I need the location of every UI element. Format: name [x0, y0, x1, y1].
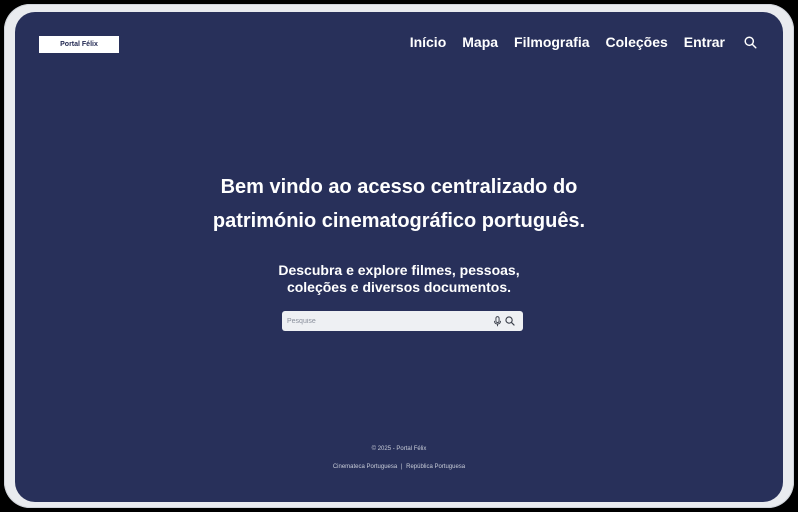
main-nav: Início Mapa Filmografia Coleções Entrar: [410, 34, 757, 50]
hero-subtitle-line-2: coleções e diversos documentos.: [286, 279, 512, 295]
hero-title: Bem vindo ao acesso centralizado do patr…: [15, 170, 783, 238]
nav-search-icon[interactable]: [743, 35, 757, 49]
hero-title-line-1: Bem vindo ao acesso centralizado do: [220, 176, 578, 198]
site-logo[interactable]: Portal Félix: [39, 36, 119, 53]
footer-copyright: © 2025 - Portal Félix: [371, 446, 427, 452]
hero-title-line-2: património cinematográfico português.: [212, 210, 586, 232]
hero-subtitle: Descubra e explore filmes, pessoas, cole…: [15, 262, 783, 296]
device-frame: Portal Félix Início Mapa Filmografia Col…: [4, 4, 794, 508]
nav-link-inicio[interactable]: Início: [410, 34, 447, 50]
nav-link-colecoes[interactable]: Coleções: [606, 34, 668, 50]
footer-separator: |: [400, 464, 403, 470]
microphone-icon[interactable]: [492, 315, 502, 326]
search-input[interactable]: [282, 311, 492, 331]
footer-link-cinemateca[interactable]: Cinemateca Portuguesa: [333, 464, 397, 470]
hero-subtitle-line-1: Descubra e explore filmes, pessoas,: [278, 262, 520, 278]
search-bar: [282, 311, 523, 331]
nav-link-mapa[interactable]: Mapa: [462, 34, 498, 50]
page-screen: Portal Félix Início Mapa Filmografia Col…: [15, 12, 783, 502]
footer-link-republica[interactable]: República Portuguesa: [406, 464, 465, 470]
logo-text: Portal Félix: [60, 41, 98, 48]
search-submit-icon[interactable]: [505, 316, 515, 326]
nav-link-filmografia[interactable]: Filmografia: [514, 34, 589, 50]
nav-link-entrar[interactable]: Entrar: [684, 34, 725, 50]
footer-links: Cinemateca Portuguesa | República Portug…: [15, 464, 783, 470]
